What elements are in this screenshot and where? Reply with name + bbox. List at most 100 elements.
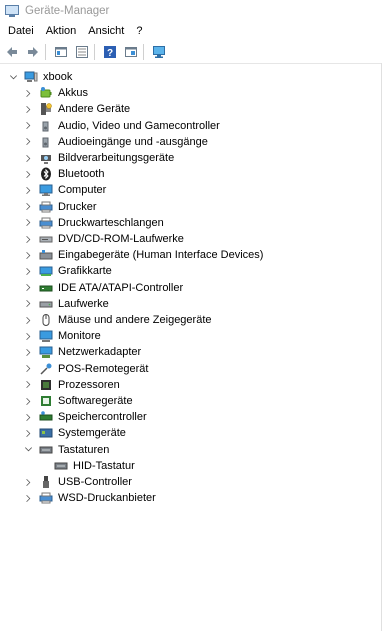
chevron-down-icon[interactable] [8,72,18,82]
chevron-right-icon[interactable] [23,169,33,179]
chevron-right-icon[interactable] [23,283,33,293]
toolbar-separator [94,44,95,60]
tree-item-label: Computer [58,184,107,197]
device-manager-icon [5,4,19,18]
tree-item[interactable]: Mäuse und andere Zeigegeräte [23,312,212,328]
monitor-scan-icon[interactable] [150,43,168,61]
tree-item-label: Tastaturen [58,443,110,456]
tree-item-label: USB-Controller [58,476,132,488]
menu-help[interactable]: ? [130,25,148,37]
keyboard-icon [54,459,68,473]
tree-item[interactable]: Computer [23,182,106,198]
window-title: Geräte-Manager [25,5,110,17]
chevron-right-icon[interactable] [23,331,33,341]
processor-icon [39,378,53,392]
tree-item[interactable]: DVD/CD-ROM-Laufwerke [23,231,184,247]
printer-icon [39,216,53,230]
chevron-right-icon[interactable] [23,202,33,212]
chevron-down-icon[interactable] [23,445,33,455]
tree-item-label: xbook [43,71,73,83]
tree-item[interactable]: Bluetooth [23,166,104,182]
chevron-right-icon[interactable] [23,364,33,374]
chevron-right-icon[interactable] [23,380,33,390]
tree-item[interactable]: WSD-Druckanbieter [23,490,156,506]
tree-item[interactable]: Eingabegeräte (Human Interface Devices) [23,247,263,263]
toolbar-separator [143,44,144,60]
tree-root[interactable]: xbook [8,69,72,85]
chevron-right-icon[interactable] [23,234,33,244]
chevron-right-icon[interactable] [23,185,33,195]
ide-controller-icon [39,281,53,295]
chevron-right-icon[interactable] [23,266,33,276]
forward-icon[interactable] [24,43,42,61]
tree-item[interactable]: Softwaregeräte [23,393,133,409]
menu-ansicht[interactable]: Ansicht [82,25,130,37]
chevron-right-icon[interactable] [23,218,33,228]
tree-item[interactable]: Systemgeräte [23,425,126,441]
toolbar-separator [45,44,46,60]
keyboard-icon [39,443,53,457]
tree-item[interactable]: Monitore [23,328,101,344]
chevron-right-icon[interactable] [23,396,33,406]
tree-item-label: Drucker [58,200,97,213]
chevron-right-icon[interactable] [23,88,33,98]
tree-item[interactable]: Bildverarbeitungsgeräte [23,150,174,166]
usb-icon [39,475,53,489]
tree-item-label: HID-Tastatur [73,459,135,472]
properties-icon[interactable] [52,43,70,61]
chevron-right-icon[interactable] [23,299,33,309]
tree-item-label: Audioeingänge und -ausgänge [58,135,208,148]
display-adapter-icon [39,264,53,278]
view-icon[interactable] [122,43,140,61]
tree-child-item[interactable]: HID-Tastatur [54,458,135,474]
tree-item[interactable]: Druckwarteschlangen [23,215,164,231]
help-icon[interactable]: ? [101,43,119,61]
show-hide-icon[interactable] [73,43,91,61]
chevron-right-icon[interactable] [23,104,33,114]
tree-item[interactable]: Speichercontroller [23,409,147,425]
chevron-right-icon[interactable] [23,477,33,487]
bluetooth-icon [39,167,53,181]
tree-item[interactable]: Audioeingänge und -ausgänge [23,134,208,150]
chevron-right-icon[interactable] [23,347,33,357]
tree-item-label: Bluetooth [58,168,105,181]
tree-item[interactable]: POS-Remotegerät [23,361,148,377]
chevron-right-icon[interactable] [23,428,33,438]
tree-item[interactable]: USB-Controller [23,474,132,490]
tree-item-label: Druckwarteschlangen [58,216,164,229]
tree-item[interactable]: Laufwerke [23,296,109,312]
tree-item-label: Speichercontroller [58,411,147,424]
tree-item[interactable]: Grafikkarte [23,263,112,279]
tree-item[interactable]: Prozessoren [23,377,120,393]
chevron-right-icon[interactable] [23,493,33,503]
tree-item[interactable]: Drucker [23,199,97,215]
tree-item[interactable]: IDE ATA/ATAPI-Controller [23,280,183,296]
battery-icon [39,86,53,100]
tree-item[interactable]: Tastaturen [23,442,109,458]
back-icon[interactable] [3,43,21,61]
chevron-right-icon[interactable] [23,121,33,131]
tree-item[interactable]: Akkus [23,85,88,101]
chevron-right-icon[interactable] [23,412,33,422]
printer-icon [39,200,53,214]
tree-item-label: Monitore [58,330,101,343]
network-adapter-icon [39,345,53,359]
toolbar: ? [0,41,382,64]
printer-icon [39,491,53,505]
tree-item-label: Prozessoren [58,378,120,391]
chevron-right-icon[interactable] [23,153,33,163]
system-device-icon [39,426,53,440]
root-computer-icon [24,70,38,84]
tree-item-label: Netzwerkadapter [58,346,142,359]
chevron-right-icon[interactable] [23,137,33,147]
title-bar: Geräte-Manager [0,0,382,22]
chevron-right-icon[interactable] [23,250,33,260]
menu-aktion[interactable]: Aktion [40,25,83,37]
tree-item[interactable]: Andere Geräte [23,101,130,117]
unknown-device-icon [39,102,53,116]
tree-item[interactable]: Audio, Video und Gamecontroller [23,118,220,134]
tree-item[interactable]: Netzwerkadapter [23,344,141,360]
menu-datei[interactable]: Datei [0,25,40,37]
tree-item-label: Bildverarbeitungsgeräte [58,152,175,164]
chevron-right-icon[interactable] [23,315,33,325]
